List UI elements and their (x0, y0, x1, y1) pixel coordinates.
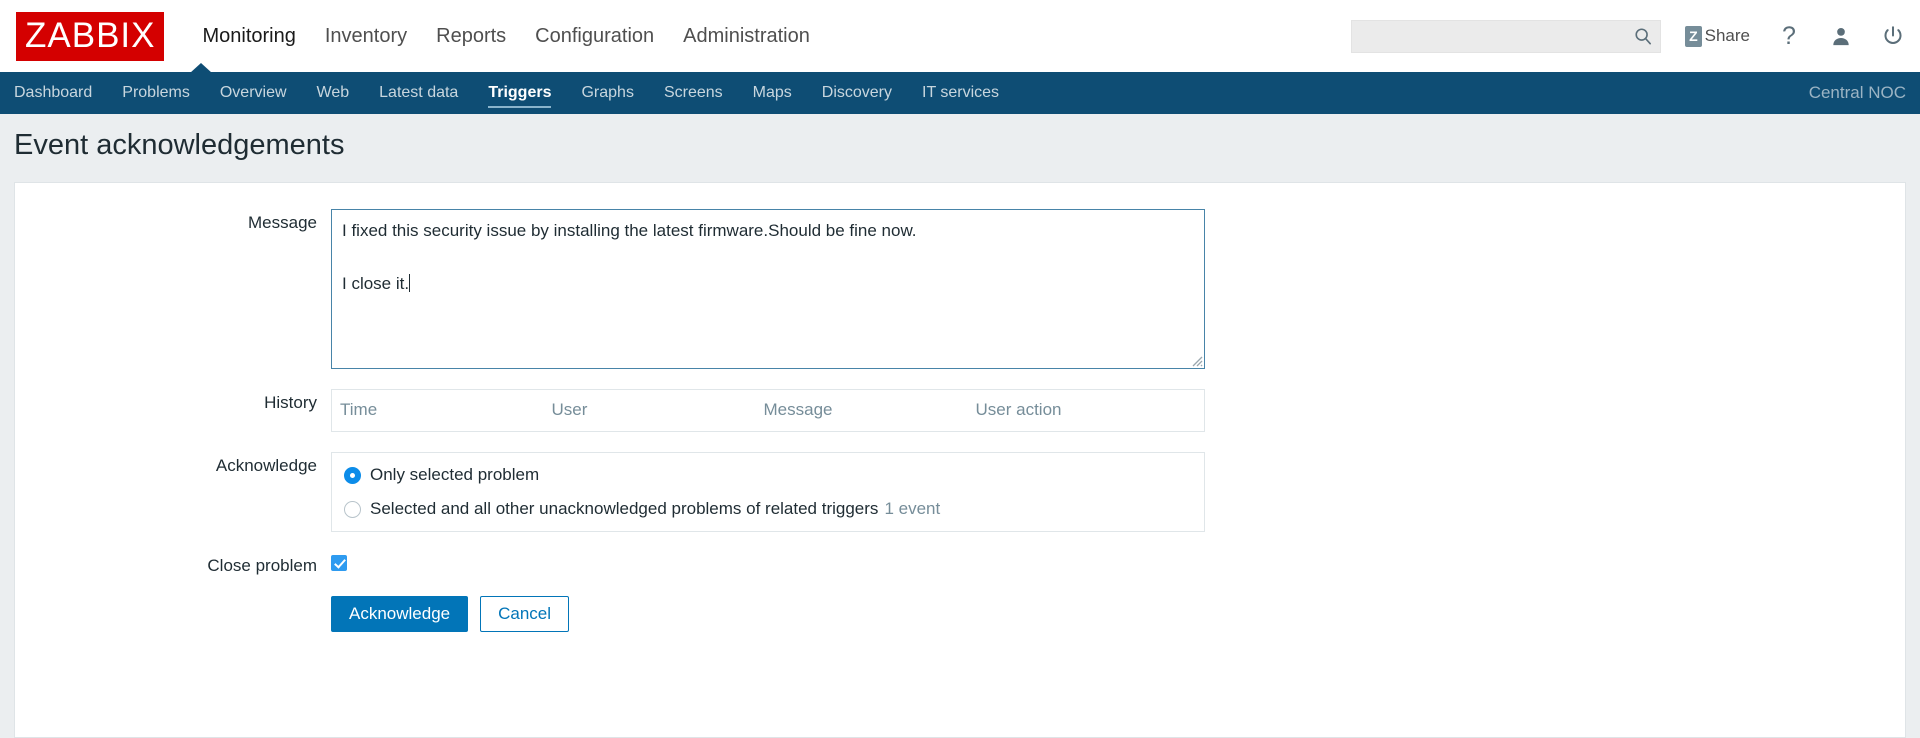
menu-item-monitoring[interactable]: Monitoring (202, 0, 295, 72)
zabbix-logo[interactable]: ZABBIX (16, 11, 165, 61)
share-button[interactable]: Z Share (1685, 25, 1750, 47)
field-row-history: History Time User Message User action (15, 389, 1905, 432)
acknowledge-form-card: Message I fixed this security issue by i… (14, 182, 1906, 738)
top-header: ZABBIX Monitoring Inventory Reports Conf… (0, 0, 1920, 72)
radio-option-only-selected[interactable]: Only selected problem (344, 465, 1194, 485)
subnav-item-discovery[interactable]: Discovery (822, 72, 892, 114)
radio-only-selected-label: Only selected problem (370, 465, 540, 484)
history-control: Time User Message User action (331, 389, 1905, 432)
history-col-time[interactable]: Time (332, 390, 544, 432)
close-problem-label: Close problem (207, 556, 317, 575)
history-col-user[interactable]: User (544, 390, 756, 432)
share-label: Share (1704, 26, 1750, 45)
message-wrapper: I fixed this security issue by installin… (331, 209, 1205, 369)
history-col-message[interactable]: Message (756, 390, 968, 432)
subnav-item-latest-data[interactable]: Latest data (379, 72, 458, 114)
subnav-item-overview[interactable]: Overview (220, 72, 287, 114)
search-input[interactable] (1352, 20, 1661, 52)
cancel-button[interactable]: Cancel (480, 596, 570, 632)
message-label: Message (248, 213, 317, 232)
message-line-1: I fixed this security issue by installin… (342, 221, 917, 240)
close-problem-control (331, 552, 1905, 571)
message-line-2: I close it. (342, 273, 410, 293)
acknowledge-control: Only selected problem Selected and all o… (331, 452, 1905, 532)
buttons-control: Acknowledge Cancel (331, 594, 1905, 632)
subnav-item-maps[interactable]: Maps (753, 72, 792, 114)
subnav-item-triggers[interactable]: Triggers (488, 72, 552, 114)
host-group-label: Central NOC (1808, 83, 1906, 102)
history-header-row: Time User Message User action (332, 390, 1205, 432)
message-textarea[interactable]: I fixed this security issue by installin… (331, 209, 1205, 369)
history-table: Time User Message User action (331, 389, 1205, 432)
search-box[interactable] (1351, 19, 1662, 53)
event-count-link[interactable]: 1 event (884, 499, 940, 519)
menu-item-reports[interactable]: Reports (436, 0, 506, 72)
sub-navigation: Dashboard Problems Overview Web Latest d… (0, 63, 1920, 114)
menu-item-configuration[interactable]: Configuration (535, 0, 654, 72)
field-row-acknowledge: Acknowledge Only selected problem Select… (15, 452, 1905, 532)
header-tools: Z Share ? (1351, 0, 1906, 72)
subnav-item-web[interactable]: Web (317, 72, 350, 114)
text-caret (409, 273, 411, 292)
active-menu-pointer-icon (190, 63, 212, 73)
close-problem-checkbox[interactable] (331, 555, 347, 571)
message-control: I fixed this security issue by installin… (331, 209, 1905, 369)
subnav-item-dashboard[interactable]: Dashboard (14, 72, 92, 114)
field-row-buttons: Acknowledge Cancel (15, 594, 1905, 632)
subnav-item-graphs[interactable]: Graphs (581, 72, 633, 114)
menu-item-inventory[interactable]: Inventory (325, 0, 407, 72)
subnav-item-screens[interactable]: Screens (664, 72, 723, 114)
acknowledge-label: Acknowledge (215, 456, 317, 475)
acknowledge-options: Only selected problem Selected and all o… (331, 452, 1205, 532)
history-label: History (264, 393, 317, 412)
help-icon[interactable]: ? (1776, 22, 1802, 50)
radio-selected-and-others-label: Selected and all other unacknowledged pr… (370, 499, 879, 518)
radio-only-selected-icon[interactable] (344, 466, 361, 484)
power-icon[interactable] (1880, 23, 1906, 49)
page-title: Event acknowledgements (14, 128, 345, 161)
field-row-close-problem: Close problem (15, 552, 1905, 576)
menu-item-administration[interactable]: Administration (683, 0, 810, 72)
acknowledge-button[interactable]: Acknowledge (331, 596, 469, 632)
page-title-bar: Event acknowledgements (0, 114, 1920, 176)
radio-option-selected-and-others[interactable]: Selected and all other unacknowledged pr… (344, 499, 1194, 519)
subnav-item-problems[interactable]: Problems (122, 72, 190, 114)
radio-selected-and-others-icon[interactable] (344, 500, 361, 518)
user-icon[interactable] (1828, 23, 1854, 49)
content-area: Message I fixed this security issue by i… (0, 176, 1920, 738)
search-icon[interactable] (1634, 27, 1652, 45)
history-col-user-action[interactable]: User action (968, 390, 1205, 432)
buttons-spacer (15, 594, 331, 598)
subnav-item-it-services[interactable]: IT services (922, 72, 999, 114)
main-menu: Monitoring Inventory Reports Configurati… (202, 0, 809, 72)
share-badge-icon: Z (1685, 25, 1702, 47)
field-row-message: Message I fixed this security issue by i… (15, 209, 1905, 369)
close-problem-row (331, 552, 1905, 571)
form-actions: Acknowledge Cancel (331, 594, 1905, 632)
